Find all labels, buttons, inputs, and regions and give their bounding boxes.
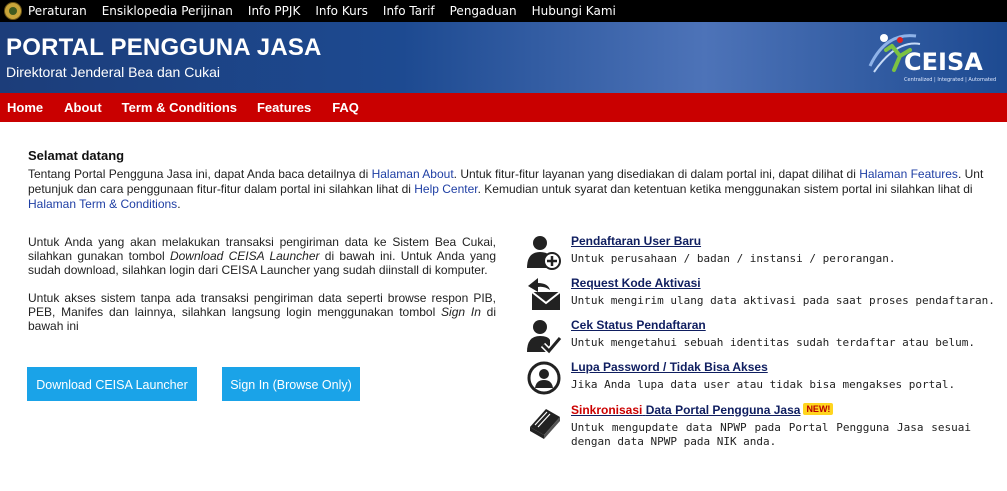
top-nav: Peraturan Ensiklopedia Perijinan Info PP… <box>28 0 631 22</box>
link-help-center[interactable]: Help Center <box>414 182 477 196</box>
sinkronisasi-label: Sinkronisasi <box>571 403 643 417</box>
service-title-request-kode[interactable]: Request Kode Aktivasi <box>571 276 701 290</box>
intro-text-3: . Unt <box>957 167 984 181</box>
user-help-icon <box>527 361 561 395</box>
site-header: PORTAL PENGGUNA JASA Direktorat Jenderal… <box>0 22 1007 93</box>
launcher-text-3: Untuk akses sistem tanpa ada transaksi p… <box>28 291 496 319</box>
top-nav-info-ppjk[interactable]: Info PPJK <box>248 0 300 22</box>
book-icon <box>530 409 560 439</box>
service-title-sinkronisasi[interactable]: Sinkronisasi Data Portal Pengguna Jasa NE… <box>571 403 834 417</box>
welcome-title: Selamat datang <box>28 148 125 163</box>
nav-faq[interactable]: FAQ <box>332 93 359 122</box>
main-nav: Home About Term & Conditions Features FA… <box>0 93 1007 122</box>
service-desc-pendaftaran: Untuk perusahaan / badan / instansi / pe… <box>571 252 896 265</box>
portal-title: PORTAL PENGGUNA JASA <box>6 34 322 61</box>
top-nav-info-kurs[interactable]: Info Kurs <box>315 0 368 22</box>
mail-reply-icon <box>528 278 561 310</box>
intro-text-5: . Kemudian untuk syarat dan ketentuan ke… <box>477 182 973 196</box>
top-nav-hubungi-kami[interactable]: Hubungi Kami <box>532 0 616 22</box>
intro-text-4: petunjuk dan cara penggunaan fitur-fitur… <box>28 182 415 196</box>
portal-subtitle: Direktorat Jenderal Bea dan Cukai <box>6 64 221 80</box>
top-nav-info-tarif[interactable]: Info Tarif <box>383 0 435 22</box>
sign-in-browse-only-button[interactable]: Sign In (Browse Only) <box>222 367 360 401</box>
sinkronisasi-title-rest: Data Portal Pengguna Jasa <box>645 403 801 417</box>
ceisa-logo-text: CEISA <box>904 48 983 76</box>
launcher-paragraph-1: Untuk Anda yang akan melakukan transaksi… <box>28 235 496 277</box>
service-desc-lupa-password: Jika Anda lupa data user atau tidak bisa… <box>571 378 956 391</box>
service-title-cek-status[interactable]: Cek Status Pendaftaran <box>571 318 706 332</box>
bea-cukai-emblem-icon <box>4 2 22 20</box>
service-desc-request-kode: Untuk mengirim ulang data aktivasi pada … <box>571 294 995 307</box>
service-title-pendaftaran[interactable]: Pendaftaran User Baru <box>571 234 701 248</box>
launcher-text-em-2: Sign In <box>441 305 481 319</box>
launcher-text-em-1: Download CEISA Launcher <box>169 249 320 263</box>
top-nav-pengaduan[interactable]: Pengaduan <box>450 0 517 22</box>
user-check-icon <box>527 320 562 354</box>
top-nav-ensiklopedia[interactable]: Ensiklopedia Perijinan <box>102 0 233 22</box>
nav-features[interactable]: Features <box>257 93 311 122</box>
service-title-lupa-password[interactable]: Lupa Password / Tidak Bisa Akses <box>571 360 768 374</box>
service-desc-cek-status: Untuk mengetahui sebuah identitas sudah … <box>571 336 975 349</box>
nav-home[interactable]: Home <box>7 93 43 122</box>
intro-text-6: . <box>177 197 181 211</box>
welcome-intro: Tentang Portal Pengguna Jasa ini, dapat … <box>28 167 1003 212</box>
top-nav-peraturan[interactable]: Peraturan <box>28 0 87 22</box>
nav-term-conditions[interactable]: Term & Conditions <box>122 93 237 122</box>
link-halaman-about[interactable]: Halaman About <box>372 167 454 181</box>
ceisa-logo: CEISA Centralized | Integrated | Automat… <box>868 34 996 83</box>
ceisa-logo-tagline: Centralized | Integrated | Automated <box>904 77 996 83</box>
intro-text-2: . Untuk fitur-fitur layanan yang disedia… <box>453 167 860 181</box>
link-halaman-features[interactable]: Halaman Features <box>859 167 958 181</box>
new-badge: NEW! <box>803 403 834 415</box>
launcher-paragraph-2: Untuk akses sistem tanpa ada transaksi p… <box>28 291 496 333</box>
download-ceisa-launcher-button[interactable]: Download CEISA Launcher <box>27 367 197 401</box>
top-bar: Peraturan Ensiklopedia Perijinan Info PP… <box>0 0 1007 22</box>
launcher-description: Untuk Anda yang akan melakukan transaksi… <box>28 235 496 347</box>
intro-text-1: Tentang Portal Pengguna Jasa ini, dapat … <box>28 167 372 181</box>
nav-about[interactable]: About <box>64 93 102 122</box>
service-desc-sinkronisasi: Untuk mengupdate data NPWP pada Portal P… <box>571 421 971 448</box>
link-halaman-terms[interactable]: Halaman Term & Conditions <box>28 197 177 211</box>
user-add-icon <box>527 236 561 270</box>
